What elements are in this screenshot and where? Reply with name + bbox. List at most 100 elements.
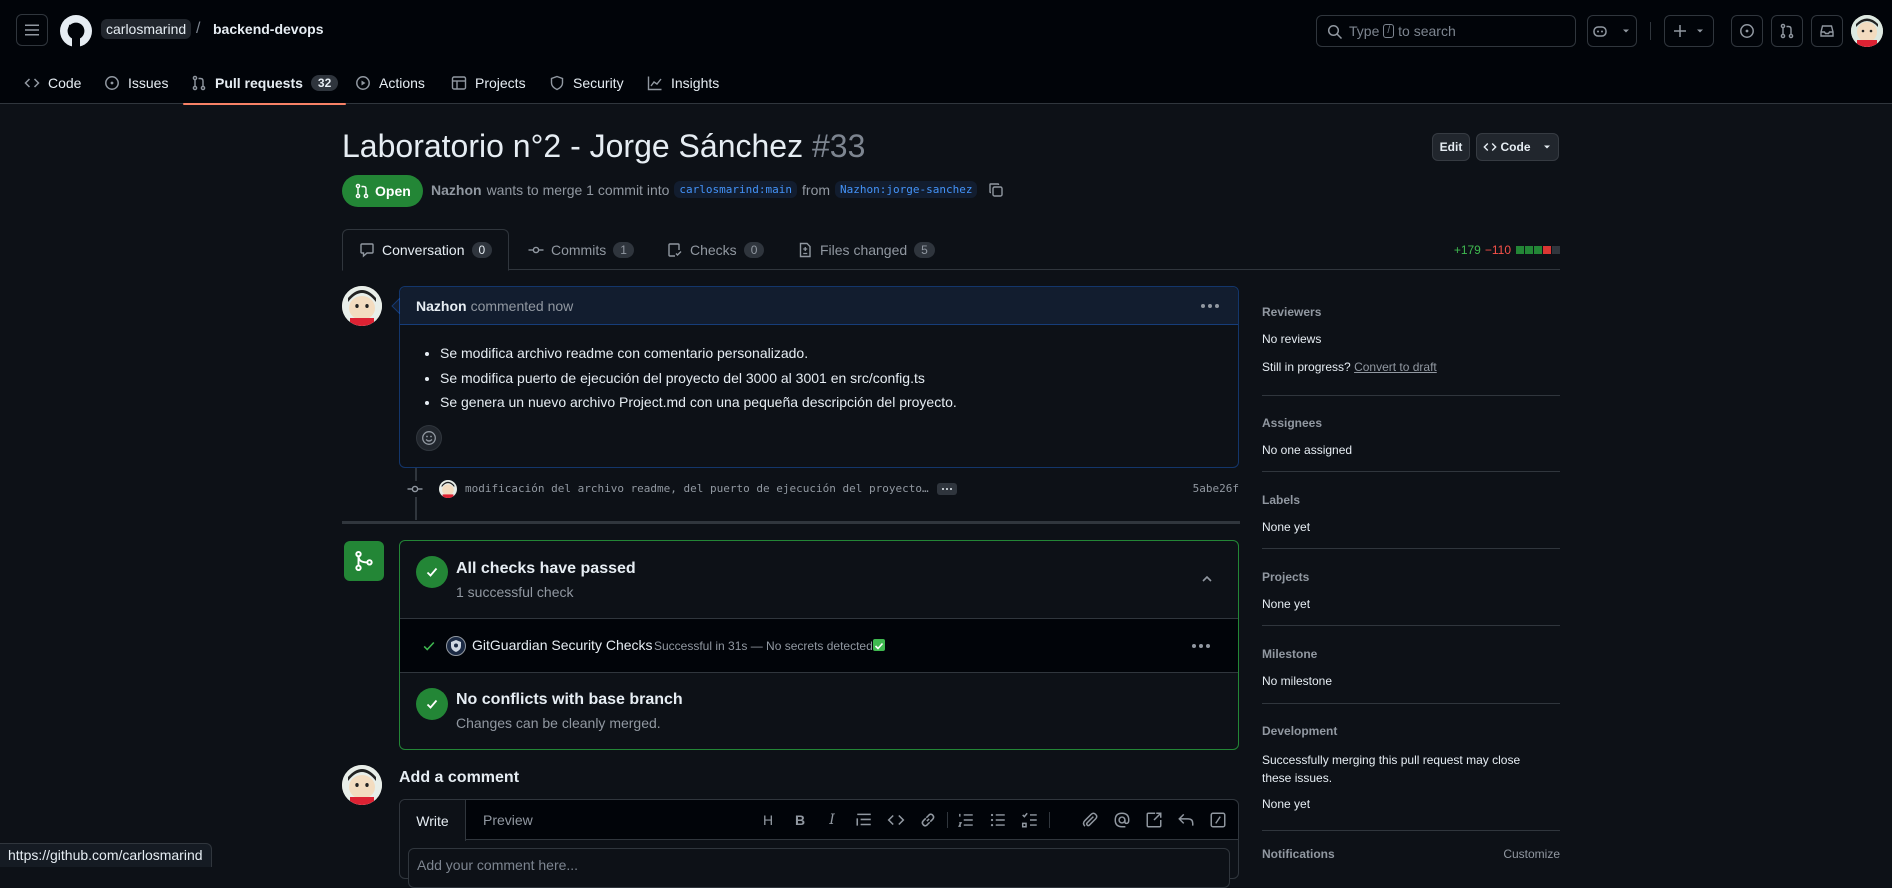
sidebar-development[interactable]: Development Successfully merging this pu… — [1262, 724, 1560, 811]
paperclip-icon[interactable] — [1081, 811, 1099, 829]
check-options-button[interactable] — [1192, 644, 1210, 648]
ordered-list-icon[interactable] — [957, 811, 975, 829]
commit-author-avatar[interactable] — [439, 480, 457, 498]
tab-insights[interactable]: Insights — [647, 62, 719, 104]
convert-to-draft-link[interactable]: Convert to draft — [1354, 360, 1437, 374]
gitguardian-logo-icon — [446, 636, 466, 656]
tab-label: Projects — [475, 75, 526, 91]
task-list-icon[interactable] — [1021, 811, 1039, 829]
check-icon — [423, 641, 435, 651]
tab-commits[interactable]: Commits 1 — [528, 229, 634, 270]
owner-link[interactable]: carlosmarind — [101, 19, 192, 39]
create-new-button[interactable] — [1664, 15, 1714, 47]
check-row[interactable]: GitGuardian Security Checks Successful i… — [400, 619, 1238, 673]
comment-options-button[interactable] — [1201, 304, 1219, 308]
sidebar-notifications: Notifications Customize — [1262, 847, 1560, 861]
sidebar-heading: Development — [1262, 724, 1338, 738]
tab-label: Security — [573, 75, 624, 91]
tab-label: Commits — [551, 241, 607, 258]
list-item: Se modifica archivo readme con comentari… — [440, 341, 1222, 366]
avatar-image-icon — [342, 765, 382, 805]
commit-sha[interactable]: 5abe26f — [1193, 482, 1239, 495]
inbox-button[interactable] — [1811, 15, 1843, 47]
copy-icon[interactable] — [988, 182, 1004, 198]
heading-icon[interactable]: H — [759, 811, 777, 829]
tab-label: Insights — [671, 75, 720, 91]
link-icon[interactable] — [919, 811, 937, 829]
current-user-avatar[interactable] — [342, 765, 382, 805]
tab-pull-requests[interactable]: Pull requests 32 — [182, 62, 347, 105]
italic-icon[interactable]: I — [823, 811, 841, 829]
cross-reference-icon[interactable] — [1145, 811, 1163, 829]
sidebar-labels[interactable]: Labels None yet — [1262, 493, 1560, 534]
code-dropdown-button[interactable]: Code — [1476, 133, 1559, 161]
tab-projects[interactable]: Projects — [451, 62, 526, 104]
sidebar-divider — [1262, 471, 1560, 472]
customize-link[interactable]: Customize — [1503, 847, 1560, 861]
quote-icon[interactable] — [855, 811, 873, 829]
tab-actions[interactable]: Actions — [355, 62, 425, 104]
check-circle — [416, 688, 448, 720]
chevron-up-icon[interactable] — [1199, 571, 1215, 587]
bold-icon[interactable]: B — [791, 811, 809, 829]
sidebar-value: None yet — [1262, 520, 1311, 534]
tab-files-changed[interactable]: Files changed 5 — [797, 229, 935, 270]
head-branch[interactable]: Nazhon:jorge-sanchez — [835, 181, 978, 198]
check-name[interactable]: GitGuardian Security Checks — [472, 637, 653, 653]
conflicts-title: No conflicts with base branch — [456, 691, 683, 708]
pr-author-link[interactable]: Nazhon — [431, 182, 482, 198]
menu-button[interactable] — [16, 14, 48, 46]
tab-security[interactable]: Security — [549, 62, 624, 104]
tab-checks[interactable]: Checks 0 — [667, 229, 765, 270]
toolbar-divider — [947, 812, 948, 828]
in-progress-text: Still in progress? — [1262, 360, 1351, 374]
sidebar-reviewers[interactable]: Reviewers No reviews Still in progress? … — [1262, 305, 1560, 374]
user-avatar[interactable] — [1851, 15, 1883, 47]
check-icon — [426, 699, 438, 709]
tab-conversation[interactable]: Conversation 0 — [342, 229, 510, 271]
sidebar-assignees[interactable]: Assignees No one assigned — [1262, 416, 1560, 457]
search-input[interactable]: Type / to search — [1316, 15, 1576, 47]
comment-author[interactable]: Nazhon — [416, 298, 467, 314]
pull-requests-button[interactable] — [1771, 15, 1803, 47]
comment-body: Se modifica archivo readme con comentari… — [400, 325, 1238, 415]
comment-textarea[interactable]: Add your comment here... — [408, 848, 1230, 888]
mention-icon[interactable] — [1113, 811, 1131, 829]
search-icon — [1327, 24, 1343, 40]
tab-count: 0 — [471, 242, 493, 258]
repo-navigation: Code Issues Pull requests 32 Actions Pro… — [0, 62, 1892, 105]
sidebar-projects[interactable]: Projects None yet — [1262, 570, 1560, 611]
page-title: Laboratorio n°2 - Jorge Sánchez #33 — [342, 128, 865, 165]
code-icon[interactable] — [887, 811, 905, 829]
checks-title: All checks have passed — [456, 560, 636, 577]
repo-link[interactable]: backend-devops — [213, 21, 323, 37]
merge-text: wants to merge 1 commit into — [486, 181, 670, 198]
pr-tabs: Conversation 0 Commits 1 Checks 0 Files … — [342, 229, 1560, 271]
tab-write[interactable]: Write — [400, 800, 466, 841]
sidebar-milestone[interactable]: Milestone No milestone — [1262, 647, 1560, 688]
diffstat: +179 −110 — [1454, 243, 1560, 257]
slash-command-icon[interactable] — [1209, 811, 1227, 829]
header-divider — [1650, 22, 1651, 40]
unordered-list-icon[interactable] — [989, 811, 1007, 829]
tab-issues[interactable]: Issues — [104, 62, 168, 104]
issues-button[interactable] — [1731, 15, 1763, 47]
shield-icon — [550, 75, 564, 91]
commit-message[interactable]: modificación del archivo readme, del pue… — [465, 482, 929, 495]
reply-icon[interactable] — [1177, 811, 1195, 829]
sidebar-divider — [1262, 548, 1560, 549]
tab-label: Pull requests — [215, 75, 303, 91]
base-branch[interactable]: carlosmarind:main — [674, 181, 798, 198]
expand-commit-button[interactable] — [937, 483, 957, 495]
edit-button[interactable]: Edit — [1432, 133, 1470, 161]
from-text: from — [802, 181, 831, 198]
copilot-button[interactable] — [1587, 15, 1637, 47]
github-logo-icon[interactable] — [60, 15, 92, 47]
sidebar-value: No one assigned — [1262, 443, 1353, 457]
tab-preview[interactable]: Preview — [483, 800, 533, 840]
checks-summary[interactable]: All checks have passed 1 successful chec… — [400, 541, 1238, 619]
tab-code[interactable]: Code — [24, 62, 81, 104]
merge-status-icon — [344, 541, 384, 581]
add-reaction-button[interactable] — [416, 425, 442, 451]
comment-author-avatar[interactable] — [342, 286, 382, 326]
